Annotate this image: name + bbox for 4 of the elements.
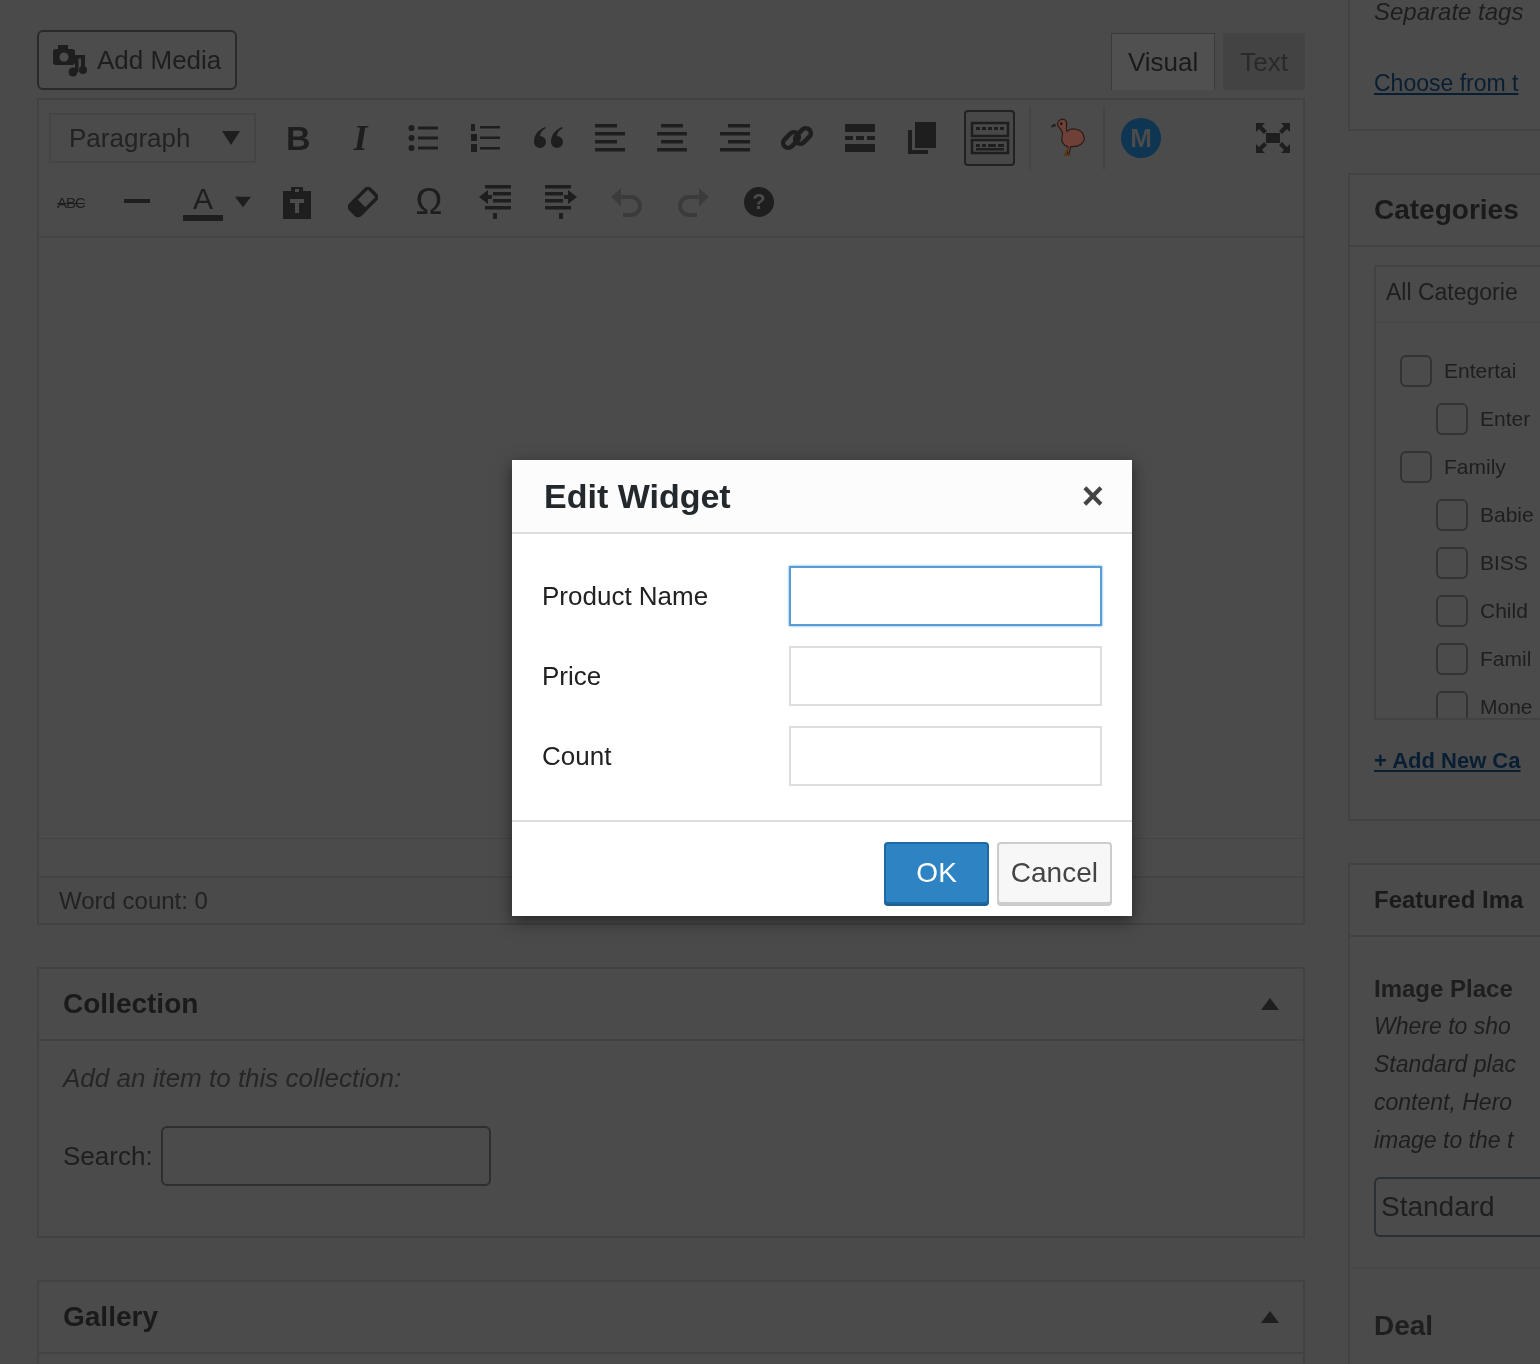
field-label: Count [542, 739, 613, 773]
field-label: Product Name [542, 579, 710, 613]
field-label: Price [542, 659, 603, 693]
dialog-title: Edit Widget [544, 475, 731, 517]
